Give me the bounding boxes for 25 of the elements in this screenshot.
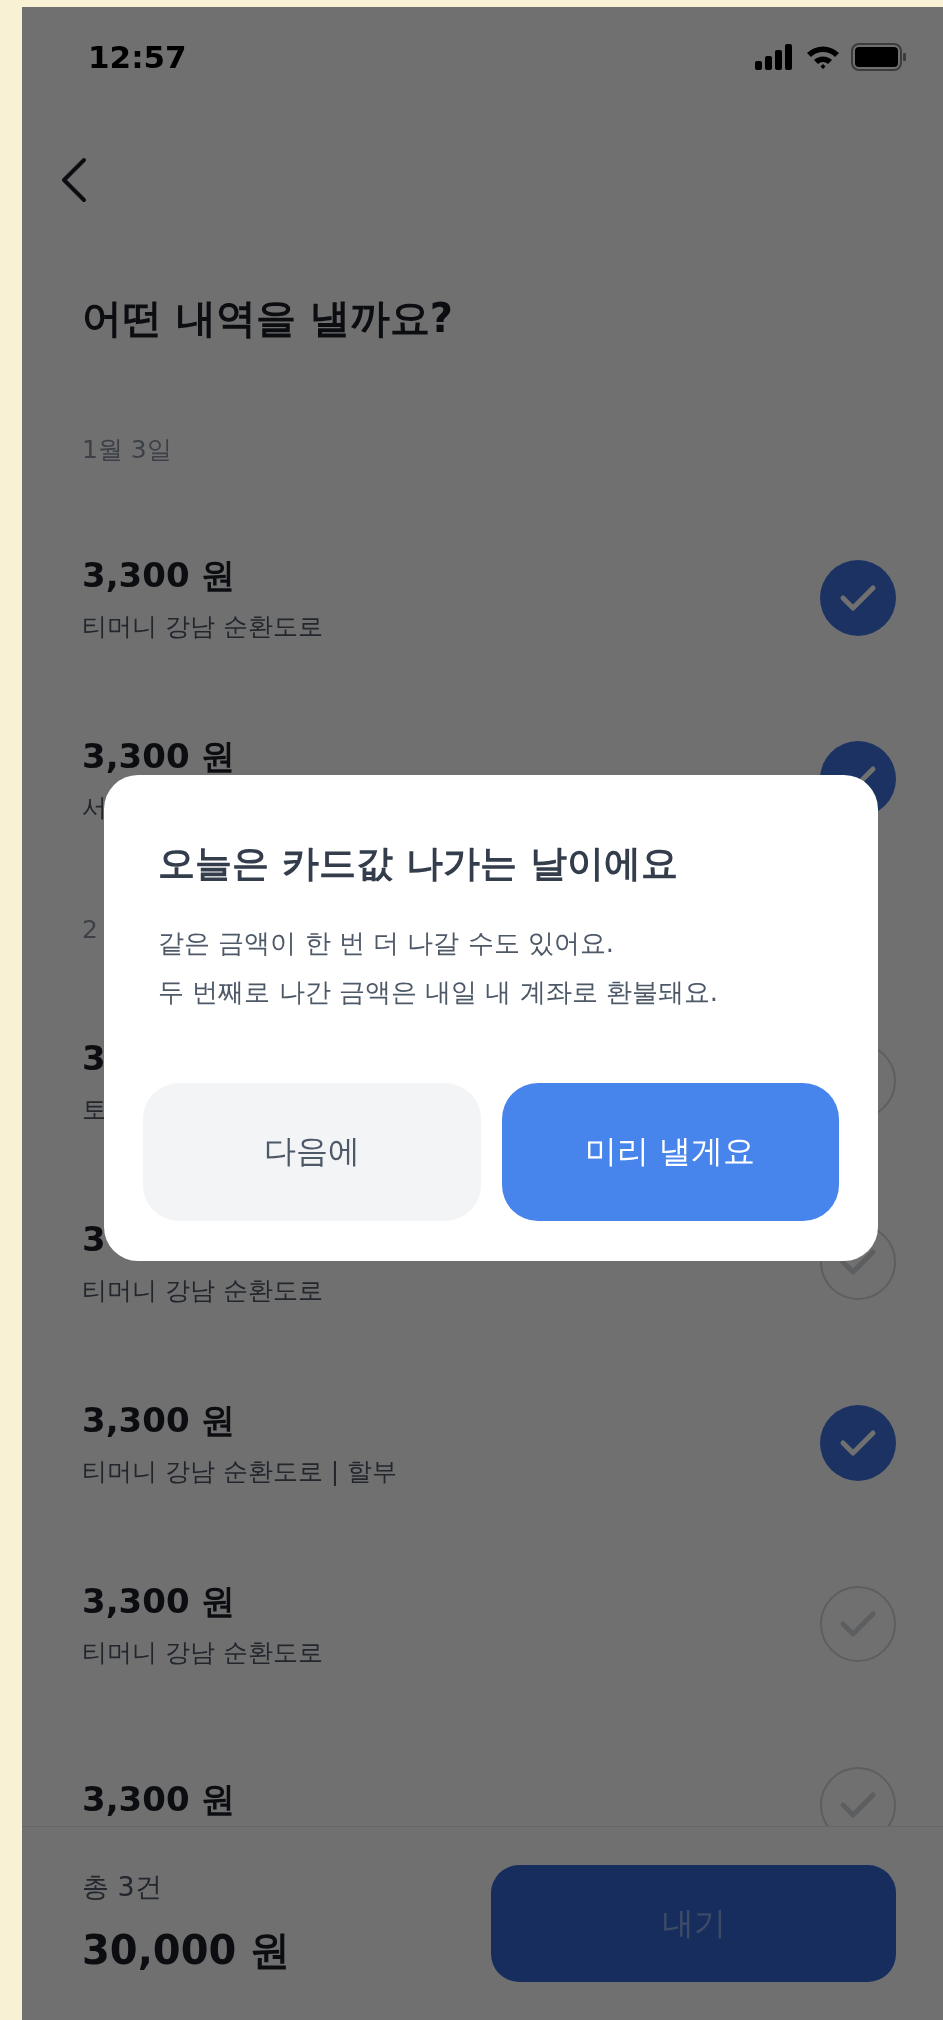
merchant-text: 서 <box>82 791 107 824</box>
merchant-text: 토 <box>82 1093 107 1126</box>
page-title: 어떤 내역을 낼까요? <box>81 293 455 343</box>
amount-text: 3,300 원 <box>82 734 236 778</box>
dialog-title: 오늘은 카드값 나가는 날이에요 <box>158 841 679 887</box>
back-icon[interactable] <box>60 156 88 204</box>
dialog-message: 같은 금액이 한 번 더 나갈 수도 있어요. <box>158 927 616 960</box>
confirm-button[interactable]: 미리 낼게요 <box>501 1083 839 1221</box>
amount-text: 3,300 원 <box>82 1579 236 1623</box>
battery-icon <box>851 43 907 71</box>
status-time: 12:57 <box>88 39 187 75</box>
merchant-text: 티머니 강남 순환도로 | 할부 <box>82 1455 398 1488</box>
amount-text: 3,300 원 <box>82 553 236 597</box>
amount-text: 3 <box>82 1217 106 1261</box>
dialog-message: 두 번째로 나간 금액은 내일 내 계좌로 환불돼요. <box>158 976 720 1009</box>
merchant-text: 티머니 강남 순환도로 <box>82 610 323 643</box>
amount-text: 3,300 원 <box>82 1777 236 1821</box>
merchant-text: 티머니 강남 순환도로 <box>82 1274 323 1307</box>
later-button[interactable]: 다음에 <box>143 1083 481 1221</box>
total-amount: 30,000 원 <box>82 1926 291 1975</box>
amount-text: 3,300 원 <box>82 1398 236 1442</box>
signal-icon <box>755 44 795 70</box>
amount-text: 3 <box>82 1036 106 1080</box>
count-text: 총 3건 <box>82 1870 163 1904</box>
merchant-text: 티머니 강남 순환도로 <box>82 1636 323 1669</box>
